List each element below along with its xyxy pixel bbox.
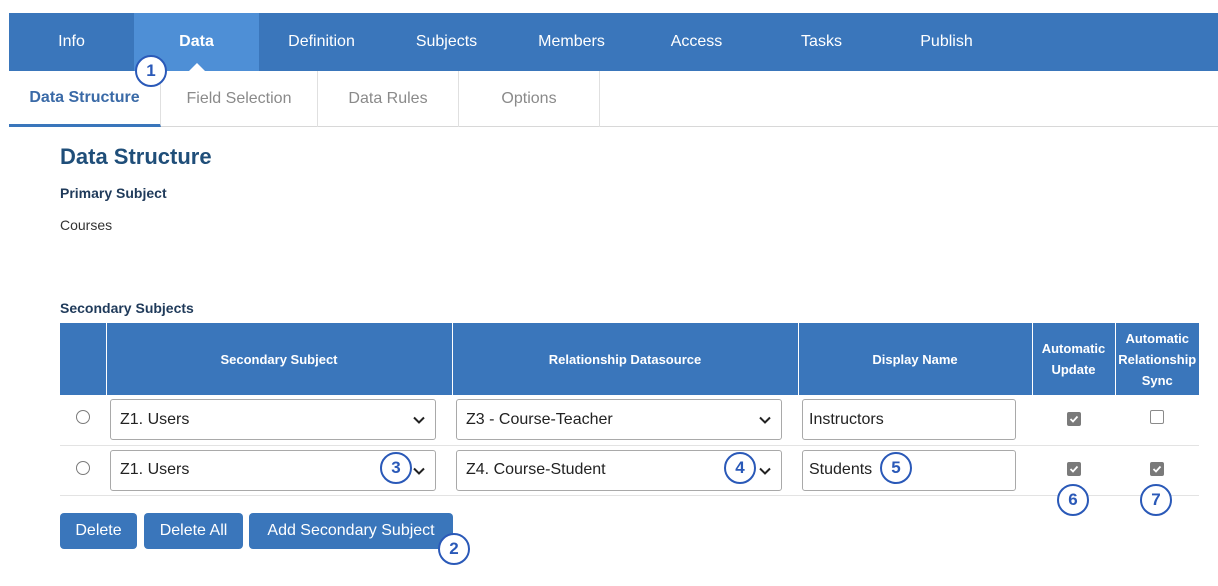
callout-7: 7 [1140, 484, 1172, 516]
header-relationship-datasource: Relationship Datasource [452, 323, 799, 395]
secondary-subject-select[interactable]: Z1. Users [110, 399, 436, 441]
tab-info[interactable]: Info [9, 13, 134, 71]
relationship-datasource-value: Z3 - Course-Teacher [466, 410, 613, 428]
chevron-down-icon [413, 467, 425, 475]
tab-publish[interactable]: Publish [884, 13, 1009, 71]
display-name-value: Instructors [809, 410, 884, 428]
page-title: Data Structure [60, 144, 212, 169]
delete-button[interactable]: Delete [60, 513, 137, 549]
subtab-options[interactable]: Options [459, 71, 600, 127]
check-icon [1069, 415, 1078, 423]
header-automatic-update-line2: Update [1051, 362, 1096, 377]
tab-definition[interactable]: Definition [259, 13, 384, 71]
callout-5: 5 [880, 452, 912, 484]
header-automatic-update: Automatic Update [1032, 323, 1116, 395]
callout-3: 3 [380, 452, 412, 484]
display-name-value: Students [809, 461, 873, 478]
tab-members[interactable]: Members [509, 13, 634, 71]
table-row: Z1. Users Z4. Course-Student Students [60, 445, 1199, 496]
row-select-radio[interactable] [76, 410, 90, 425]
add-secondary-subject-button[interactable]: Add Secondary Subject [249, 513, 453, 549]
tab-access[interactable]: Access [634, 13, 759, 71]
check-icon [1069, 465, 1078, 473]
subtab-data-rules[interactable]: Data Rules [318, 71, 459, 127]
header-secondary-subject: Secondary Subject [106, 323, 453, 395]
primary-subject-label: Primary Subject [60, 185, 167, 201]
chevron-down-icon [413, 417, 425, 425]
tab-subjects[interactable]: Subjects [384, 13, 509, 71]
top-nav: Info Data Definition Subjects Members Ac… [9, 13, 1218, 71]
sub-nav: Data Structure Field Selection Data Rule… [9, 71, 1218, 127]
automatic-relationship-sync-checkbox[interactable] [1150, 410, 1164, 425]
row-select-radio[interactable] [76, 460, 90, 475]
relationship-datasource-value: Z4. Course-Student [466, 461, 606, 478]
callout-6: 6 [1057, 484, 1089, 516]
relationship-datasource-select[interactable]: Z3 - Course-Teacher [456, 399, 782, 441]
header-select [60, 323, 107, 395]
callout-4: 4 [724, 452, 756, 484]
header-automatic-relationship-sync: Automatic Relationship Sync [1115, 323, 1199, 395]
table-header-row: Secondary Subject Relationship Datasourc… [60, 323, 1199, 395]
check-icon [1152, 465, 1162, 473]
chevron-down-icon [759, 467, 771, 475]
secondary-subjects-label: Secondary Subjects [60, 300, 194, 316]
header-automatic-sync-line1: Automatic [1125, 330, 1190, 346]
callout-1: 1 [135, 55, 167, 87]
primary-subject-value: Courses [60, 217, 113, 233]
header-display-name: Display Name [798, 323, 1033, 395]
automatic-update-checkbox[interactable] [1066, 411, 1081, 426]
header-automatic-sync-line2: Relationship [1118, 351, 1197, 367]
chevron-down-icon [759, 417, 771, 425]
delete-all-button[interactable]: Delete All [144, 513, 243, 549]
subtab-field-selection[interactable]: Field Selection [161, 71, 318, 127]
header-automatic-sync-line3: Sync [1141, 372, 1173, 388]
secondary-subject-value: Z1. Users [120, 461, 190, 478]
header-automatic-update-line1: Automatic [1041, 341, 1106, 356]
tab-tasks[interactable]: Tasks [759, 13, 884, 71]
secondary-subject-value: Z1. Users [120, 410, 190, 428]
automatic-update-checkbox[interactable] [1066, 462, 1081, 476]
callout-2: 2 [438, 533, 470, 565]
table-row: Z1. Users Z3 - Course-Teacher Instructor… [60, 395, 1199, 446]
display-name-input[interactable]: Instructors [802, 399, 1016, 441]
automatic-relationship-sync-checkbox[interactable] [1150, 462, 1164, 476]
secondary-subjects-table: Secondary Subject Relationship Datasourc… [60, 323, 1199, 496]
